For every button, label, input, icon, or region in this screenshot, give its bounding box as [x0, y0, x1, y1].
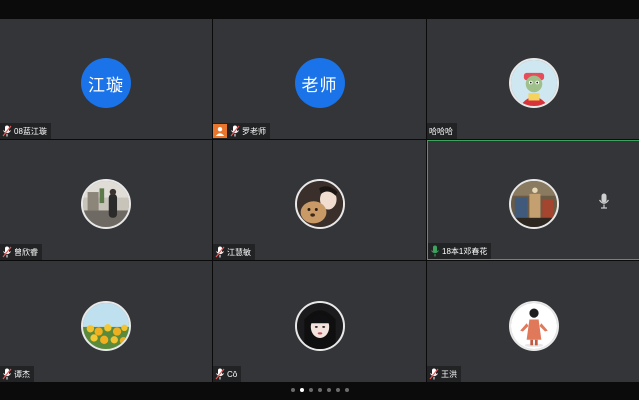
participant-tile[interactable]: 王洪: [427, 261, 639, 382]
meeting-gallery-view: 江璇 08蓝江璇 老师 罗老师 哈哈哈 曾欣睿 江慧敏 18本1邓春花 谭杰 C…: [0, 0, 639, 400]
participant-name: 08蓝江璇: [14, 126, 47, 136]
page-dot[interactable]: [290, 388, 295, 392]
participant-name: 18本1邓春花: [442, 246, 488, 256]
participant-tile[interactable]: 江璇 08蓝江璇: [0, 19, 212, 139]
participant-name-bar: 罗老师: [213, 123, 270, 139]
participant-name-bar: Cô: [213, 366, 242, 382]
participant-grid: 江璇 08蓝江璇 老师 罗老师 哈哈哈 曾欣睿 江慧敏 18本1邓春花 谭杰 C…: [0, 19, 639, 382]
page-dot[interactable]: [335, 388, 340, 392]
page-dot[interactable]: [317, 388, 322, 392]
participant-tile-active[interactable]: 18本1邓春花: [427, 140, 639, 260]
participant-name: 王洪: [441, 369, 457, 379]
microphone-icon: [2, 125, 12, 137]
microphone-icon: [2, 368, 12, 380]
doll-photo-icon: [509, 58, 559, 108]
participant-tile[interactable]: 谭杰: [0, 261, 212, 382]
participant-name-bar: 江慧敏: [213, 244, 255, 260]
cartoon-figure-photo-icon: [509, 300, 559, 351]
page-dot[interactable]: [326, 388, 331, 392]
page-dot[interactable]: [308, 388, 313, 392]
participant-tile[interactable]: 哈哈哈: [427, 19, 639, 139]
participant-name-bar: 曾欣睿: [0, 244, 42, 260]
participant-name: 谭杰: [14, 369, 30, 379]
participant-name-bar: 18本1邓春花: [428, 243, 492, 259]
girl-with-dog-photo-icon: [294, 179, 345, 229]
microphone-icon: [2, 246, 12, 258]
participant-name-bar: 谭杰: [0, 366, 34, 382]
participant-name: Cô: [227, 369, 238, 379]
room-photo-icon: [509, 179, 559, 229]
participant-name: 江慧敏: [227, 247, 251, 257]
microphone-speaking-icon: [431, 245, 439, 257]
participant-name-bar: 08蓝江璇: [0, 123, 51, 139]
participant-name: 罗老师: [242, 126, 266, 136]
avatar: 江璇: [81, 58, 131, 108]
page-dot[interactable]: [344, 388, 349, 392]
host-badge-icon: [213, 124, 227, 138]
participant-tile[interactable]: 江慧敏: [213, 140, 426, 260]
participant-tile[interactable]: 曾欣睿: [0, 140, 212, 260]
participant-tile[interactable]: Cô: [213, 261, 426, 382]
microphone-icon: [215, 246, 225, 258]
participant-tile[interactable]: 老师 罗老师: [213, 19, 426, 139]
page-dot-current[interactable]: [299, 388, 304, 392]
microphone-icon: [215, 368, 225, 380]
microphone-icon: [599, 193, 609, 209]
avatar: 老师: [294, 58, 345, 108]
participant-name-bar: 哈哈哈: [427, 123, 457, 139]
microphone-icon: [429, 368, 439, 380]
girl-portrait-photo-icon: [294, 300, 345, 351]
participant-name-bar: 王洪: [427, 366, 461, 382]
page-indicator[interactable]: [0, 388, 639, 392]
participant-name: 哈哈哈: [429, 126, 453, 136]
street-photo-icon: [81, 179, 131, 229]
flowers-photo-icon: [81, 300, 131, 351]
microphone-icon: [230, 125, 240, 137]
participant-name: 曾欣睿: [14, 247, 38, 257]
